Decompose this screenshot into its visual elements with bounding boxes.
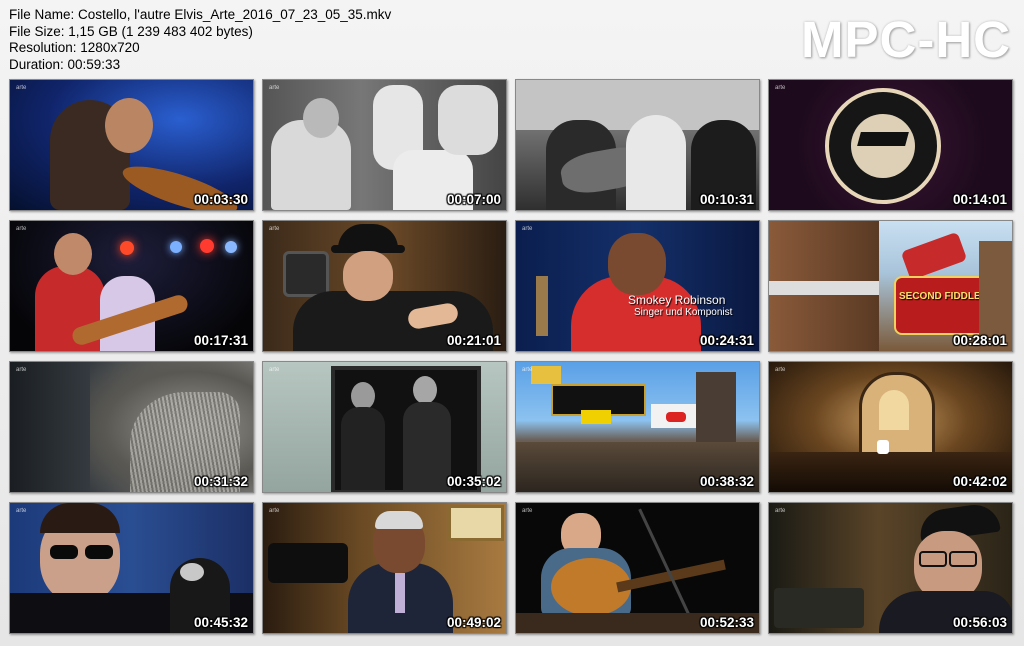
thumbnail: arte 00:35:02 [262,361,507,493]
thumbnail: arte 00:45:32 [9,502,254,634]
timestamp: 00:35:02 [446,474,501,489]
timestamp: 00:10:31 [699,192,754,207]
timestamp: 00:24:31 [699,333,754,348]
channel-watermark: arte [269,85,280,91]
caption-role: Singer und Komponist [634,307,733,318]
channel-watermark: arte [522,508,533,514]
thumbnail: arte 00:07:00 [262,79,507,211]
thumbnail: 00:10:31 [515,79,760,211]
timestamp: 00:45:32 [193,615,248,630]
timestamp: 00:38:32 [699,474,754,489]
timestamp: 00:52:33 [699,615,754,630]
timestamp: 00:56:03 [952,615,1007,630]
file-name: File Name: Costello, l'autre Elvis_Arte_… [9,7,392,22]
thumbnail: arte 00:42:02 [768,361,1013,493]
channel-watermark: arte [16,367,27,373]
thumbnail: arte 00:56:03 [768,502,1013,634]
thumbnail: arte 00:14:01 [768,79,1013,211]
channel-watermark: arte [522,226,533,232]
thumbnail: arte 00:17:31 [9,220,254,352]
duration: Duration: 00:59:33 [9,56,121,72]
resolution: Resolution: 1280x720 [9,40,140,55]
thumbnail: arte 00:38:32 [515,361,760,493]
timestamp: 00:49:02 [446,615,501,630]
timestamp: 00:14:01 [952,192,1007,207]
channel-watermark: arte [16,508,27,514]
timestamp: 00:17:31 [193,333,248,348]
thumbnail: arte 00:49:02 [262,502,507,634]
channel-watermark: arte [775,85,786,91]
thumbnail: arte 00:03:30 [9,79,254,211]
file-info-panel: File Name: Costello, l'autre Elvis_Arte_… [9,7,391,73]
channel-watermark: arte [16,85,27,91]
thumbnail: arte 00:31:32 [9,361,254,493]
timestamp: 00:42:02 [952,474,1007,489]
channel-watermark: arte [775,508,786,514]
timestamp: 00:28:01 [952,333,1007,348]
thumbnail: arte 00:21:01 [262,220,507,352]
channel-watermark: arte [269,226,280,232]
timestamp: 00:21:01 [446,333,501,348]
channel-watermark: arte [775,367,786,373]
timestamp: 00:07:00 [446,192,501,207]
channel-watermark: arte [269,508,280,514]
thumbnail: SECOND FIDDLE 00:28:01 [768,220,1013,352]
thumbnail: Smokey Robinson Singer und Komponist art… [515,220,760,352]
thumbnail-grid: arte 00:03:30 arte 00:07:00 00:10:31 art… [9,79,1013,634]
mpc-hc-logo: MPC-HC [801,11,1011,68]
thumbnail: arte 00:52:33 [515,502,760,634]
timestamp: 00:31:32 [193,474,248,489]
channel-watermark: arte [16,226,27,232]
channel-watermark: arte [522,367,533,373]
sign-text: SECOND FIDDLE [899,291,981,302]
timestamp: 00:03:30 [193,192,248,207]
file-size: File Size: 1,15 GB (1 239 483 402 bytes) [9,23,253,39]
channel-watermark: arte [269,367,280,373]
caption-name: Smokey Robinson [628,293,726,307]
